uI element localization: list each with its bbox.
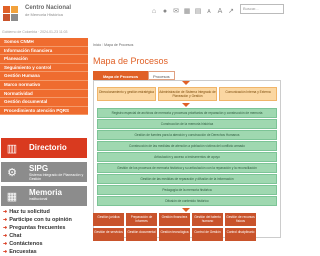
sidebar-item[interactable]: Planeación [0, 55, 88, 64]
missional-process[interactable]: Pedagogía de la memoria histórica [97, 185, 277, 195]
strategic-process[interactable]: Comunicación Interna y Externa [219, 87, 277, 101]
missional-process[interactable]: Construcción de las medidas de atención … [97, 141, 277, 151]
support-process[interactable]: Gestión financiera [159, 213, 190, 226]
support-process[interactable]: Control de Gestión [192, 228, 223, 241]
link-contactenos[interactable]: ➜ Contáctenos [3, 240, 72, 248]
missional-process[interactable]: Construcción de la memoria histórica [97, 119, 277, 129]
support-process[interactable]: Gestión jurídica [93, 213, 124, 226]
link-label: Haz tu solicitud [9, 209, 50, 215]
directorio-label: Directorio [29, 143, 67, 152]
down-arrow-icon [182, 103, 190, 107]
missional-process[interactable]: Registro especial de archivos de memoria… [97, 108, 277, 118]
archive-icon: ▦ [6, 190, 18, 203]
text-larger-icon[interactable]: A [216, 7, 224, 15]
sidebar-item[interactable]: Gestión Humana [0, 72, 88, 81]
sipg-button[interactable]: ⚙ SIPG Sistema Integrado de Planeación y… [1, 162, 87, 182]
sidebar: Somos CNMH Información financiera Planea… [0, 38, 88, 256]
strategic-process[interactable]: Direccionamiento y gestión estratégica [97, 87, 156, 101]
book-icon: ▥ [6, 142, 18, 155]
support-process[interactable]: Gestión del talento humano [192, 213, 223, 226]
logo-subtitle: de Memoria Histórica [25, 12, 63, 17]
arrow-icon: ➜ [3, 249, 8, 255]
sidebar-item[interactable]: Normatividad [0, 89, 88, 99]
breadcrumb: Inicio/Mapa de Procesos [93, 43, 134, 47]
mail-icon[interactable]: ✉ [172, 7, 180, 15]
link-label: Encuestas [9, 249, 37, 255]
logo-title: Centro Nacional [25, 5, 72, 11]
grid-icon[interactable]: ▦ [183, 7, 191, 15]
header-subline: Gobierno de Colombia · 2024-01-23 11:03 [2, 30, 68, 34]
missional-process[interactable]: Articulación y acceso a instrumentos de … [97, 152, 277, 162]
arrow-icon: ➜ [3, 225, 8, 231]
support-process[interactable]: Preparación de Informes [126, 213, 157, 226]
directorio-button[interactable]: ▥ Directorio [1, 138, 87, 158]
logo-mark-icon [3, 6, 18, 21]
sidebar-item[interactable]: Somos CNMH [0, 38, 88, 47]
share-icon[interactable]: ↗ [227, 7, 235, 15]
missional-process[interactable]: Gestión de las medidas de reparación y d… [97, 174, 277, 184]
support-process[interactable]: Gestión de recursos físicos [225, 213, 256, 226]
page-title: Mapa de Procesos [93, 56, 169, 66]
link-preguntas[interactable]: ➜ Preguntas frecuentes [3, 224, 72, 232]
sidebar-links: ➜ Haz tu solicitud ➜ Participe con tu opin… [3, 208, 72, 256]
arrow-icon: ➜ [3, 209, 8, 215]
support-row: Gestión de servicios Gestión documental … [93, 228, 256, 241]
support-process[interactable]: Gestión documental [126, 228, 157, 241]
sidebar-item[interactable]: Gestión documental [0, 98, 88, 107]
missional-process[interactable]: Difusión de contenido histórico [97, 196, 277, 206]
search-input[interactable]: Buscar... [240, 4, 284, 14]
link-label: Chat [9, 233, 22, 239]
missional-process[interactable]: Gestión de los procesos de memoria histó… [97, 163, 277, 173]
support-process[interactable]: Gestión de servicios [93, 228, 124, 241]
logo[interactable]: Centro Nacional de Memoria Histórica [3, 3, 99, 25]
breadcrumb-current: Mapa de Procesos [104, 43, 134, 47]
sipg-label: SIPG [29, 164, 49, 173]
sidebar-item[interactable]: Información financiera [0, 46, 88, 56]
sipg-subtitle: Sistema Integrado de Planeación y Gestió… [29, 173, 84, 181]
arrow-icon: ➜ [3, 241, 8, 247]
down-arrow-icon [182, 208, 190, 212]
link-label: Preguntas frecuentes [9, 225, 66, 231]
text-smaller-icon[interactable]: ᴀ [205, 7, 213, 15]
link-label: Participe con tu opinión [9, 217, 72, 223]
link-chat[interactable]: ➜ Chat [3, 232, 72, 240]
sidebar-item[interactable]: Seguimiento y control [0, 63, 88, 73]
home-icon[interactable]: ⌂ [150, 7, 158, 15]
sidebar-item[interactable]: Procedimiento atención PQRS [0, 106, 88, 116]
link-label: Contáctenos [9, 241, 43, 247]
link-encuestas[interactable]: ➜ Encuestas [3, 248, 72, 256]
link-solicitud[interactable]: ➜ Haz tu solicitud [3, 208, 72, 216]
sidebar-menu: Somos CNMH Información financiera Planea… [0, 38, 88, 116]
tab-mapa-procesos[interactable]: Mapa de Procesos [93, 71, 148, 80]
tab-procesos[interactable]: Procesos [148, 71, 175, 80]
support-process[interactable]: Gestión tecnológica [159, 228, 190, 241]
link-participe[interactable]: ➜ Participe con tu opinión [3, 216, 72, 224]
sidebar-item[interactable]: Marco normativo [0, 80, 88, 90]
arrow-icon: ➜ [3, 233, 8, 239]
memoria-button[interactable]: ▦ Memoria institucional [1, 186, 87, 206]
user-icon[interactable]: ● [161, 7, 169, 15]
process-tabs: Mapa de Procesos Procesos [93, 71, 175, 80]
gears-icon: ⚙ [7, 166, 17, 179]
missional-process[interactable]: Gestión de fuentes para la atención y co… [97, 130, 277, 140]
print-icon[interactable]: ▤ [194, 7, 202, 15]
memoria-subtitle: institucional [29, 197, 48, 201]
strategic-process[interactable]: Administración de Sistema Integrado de P… [158, 87, 217, 101]
breadcrumb-home[interactable]: Inicio [93, 43, 101, 47]
site-header: Centro Nacional de Memoria Histórica ⌂ ●… [0, 0, 287, 34]
memoria-label: Memoria [29, 188, 62, 197]
down-arrow-icon [182, 81, 190, 85]
arrow-icon: ➜ [3, 217, 8, 223]
support-process[interactable]: Control disciplinario [225, 228, 256, 241]
header-toolbar: ⌂ ● ✉ ▦ ▤ ᴀ A ↗ [150, 5, 242, 17]
support-row: Gestión jurídica Preparación de Informes… [93, 213, 256, 226]
